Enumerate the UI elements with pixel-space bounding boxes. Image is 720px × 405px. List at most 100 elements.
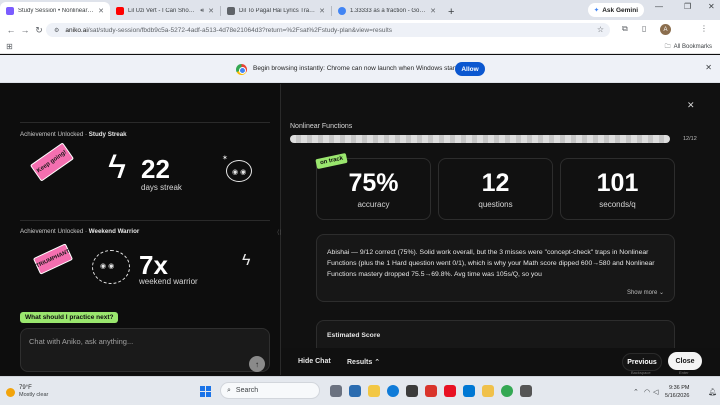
wifi-icon[interactable]: ◠ <box>644 388 650 396</box>
accuracy-value: 75% <box>348 169 399 197</box>
warrior-eyes-icon: ◉◉ <box>100 263 117 270</box>
session-footer: Hide Chat Results ⌃ Previous Close Backs… <box>281 348 720 375</box>
triumphant-sticker: TRIUMPHANT <box>32 243 74 275</box>
weekend-value: 7x <box>139 250 168 280</box>
sidebar-icon[interactable]: ▯ <box>642 24 646 33</box>
url-path: /sat/study-session/fbdb9c5a-5272-4adf-a5… <box>87 26 393 34</box>
maximize-icon[interactable]: ❐ <box>684 2 691 11</box>
app-icon[interactable] <box>520 385 532 397</box>
clock-date: 5/16/2026 <box>665 393 690 399</box>
send-arrow-icon[interactable]: ↑ <box>249 356 265 372</box>
volume-icon[interactable]: ◁ <box>653 388 658 396</box>
show-more-button[interactable]: Show more ⌄ <box>627 289 664 296</box>
spark-doodle-icon: ✶ <box>222 155 230 162</box>
file-explorer-icon[interactable] <box>368 385 380 397</box>
windows-start-icon[interactable] <box>200 386 211 397</box>
time-card: 101 seconds/q <box>560 158 675 220</box>
close-button[interactable]: Close <box>668 352 702 370</box>
achievement-unlocked-text: Achievement Unlocked <box>20 131 84 138</box>
weather-widget[interactable]: 79°F Mostly clear <box>6 385 48 399</box>
close-tab-icon[interactable]: ✕ <box>208 7 214 15</box>
questions-label: questions <box>478 200 513 209</box>
back-icon[interactable]: ← <box>4 25 18 35</box>
accuracy-label: accuracy <box>357 200 390 209</box>
taskbar-search-label: Search <box>235 387 259 394</box>
close-tab-icon[interactable]: ✕ <box>98 7 104 15</box>
close-infobar-icon[interactable]: ✕ <box>705 63 712 72</box>
profile-avatar[interactable]: A <box>660 24 671 35</box>
close-tab-icon[interactable]: ✕ <box>319 7 325 15</box>
taskbar-search[interactable]: ⌕ Search <box>220 382 320 399</box>
new-tab-button[interactable]: + <box>442 6 460 20</box>
extensions-icon[interactable]: ⧉ <box>622 24 628 34</box>
tab-lil-uzi-vert[interactable]: Lil Uzi Vert - I Can Show Yo 🔊︎ ✕ <box>110 2 220 20</box>
practice-suggestion-chip[interactable]: What should I practice next? <box>20 312 119 323</box>
mcafee-icon[interactable] <box>444 385 456 397</box>
browser-toolbar: ← → ↻ ⚙ aniko.ai/sat/study-session/fbdb9… <box>0 20 720 40</box>
page-content: ▔▔▔ ▔▔▔ ▔▔▔ Achievement Unlocked · Study S… <box>0 84 720 375</box>
sun-icon <box>6 387 15 397</box>
tray-chevron-icon[interactable]: ⌃ <box>633 388 639 396</box>
site-info-icon[interactable]: ⚙ <box>54 27 59 34</box>
streak-unit: days streak <box>141 183 182 192</box>
photos-icon[interactable] <box>482 385 494 397</box>
chrome-logo-icon <box>236 64 247 75</box>
red-app-icon[interactable] <box>425 385 437 397</box>
hide-chat-button[interactable]: Hide Chat <box>298 358 331 365</box>
task-view-icon[interactable] <box>330 385 342 397</box>
tab-title: 1.33333 as a fraction - Google <box>350 8 427 14</box>
streak-value: 22 <box>141 154 170 184</box>
achievement-name: Study Streak <box>88 131 127 138</box>
previous-button[interactable]: Previous <box>622 353 662 371</box>
widgets-icon[interactable] <box>349 385 361 397</box>
allow-button[interactable]: Allow <box>455 62 485 76</box>
page-favicon-icon <box>227 7 235 15</box>
ask-gemini-label: Ask Gemini <box>602 6 638 14</box>
chrome-taskbar-icon[interactable] <box>501 385 513 397</box>
bookmarks-bar: ⊞ 🗀︎ All Bookmarks <box>0 40 720 54</box>
forward-icon[interactable]: → <box>18 25 32 35</box>
ask-gemini-button[interactable]: ✦ Ask Gemini <box>587 3 644 17</box>
results-panel: ✕ Nonlinear Functions 12/12 75% accuracy… <box>281 84 720 375</box>
youtube-favicon-icon <box>116 7 124 15</box>
feedback-text: Abishai — 9/12 correct (75%). Solid work… <box>327 249 655 278</box>
reload-icon[interactable]: ↻ <box>32 25 46 36</box>
lightning-bolt-icon: ϟ <box>108 148 126 186</box>
address-bar[interactable]: ⚙ aniko.ai/sat/study-session/fbdb9c5a-52… <box>46 23 610 37</box>
doodle-eyes-icon: ◉◉ <box>232 169 249 176</box>
cut-off-stats-row: ▔▔▔ ▔▔▔ ▔▔▔ <box>48 84 248 90</box>
tab-study-session[interactable]: Study Session • Nonlinear Func ✕ <box>0 2 110 20</box>
close-shortcut-hint: Enter <box>679 370 689 375</box>
system-clock[interactable]: 9:36 PM 5/16/2026 <box>665 384 689 400</box>
all-bookmarks-button[interactable]: 🗀︎ All Bookmarks <box>665 42 712 52</box>
tab-dil-to-pagal-hai[interactable]: Dil To Pagal Hai Lyrics Translati ✕ <box>221 2 331 20</box>
close-window-icon[interactable]: ✕ <box>708 2 715 11</box>
chat-input[interactable]: Chat with Aniko, ask anything... ↑ <box>20 328 270 372</box>
chat-placeholder: Chat with Aniko, ask anything... <box>29 337 134 346</box>
tab-google-fraction[interactable]: 1.33333 as a fraction - Google ✕ <box>332 2 442 20</box>
weather-temp: 79°F <box>19 385 32 391</box>
menu-icon[interactable]: ⋮ <box>700 24 708 33</box>
infobar-message: Begin browsing instantly: Chrome can now… <box>253 65 462 72</box>
tab-title: Study Session • Nonlinear Func <box>18 8 95 14</box>
close-panel-icon[interactable]: ✕ <box>687 100 695 111</box>
topic-title: Nonlinear Functions <box>290 123 353 130</box>
tab-title: Lil Uzi Vert - I Can Show Yo <box>128 8 197 14</box>
apps-grid-icon[interactable]: ⊞ <box>6 42 13 51</box>
store-icon[interactable] <box>406 385 418 397</box>
keep-going-sticker: Keep going! <box>29 142 75 182</box>
estimated-score-label: Estimated Score <box>327 332 381 339</box>
edge-icon[interactable] <box>387 385 399 397</box>
notification-bell-icon[interactable]: 🔔︎ <box>708 388 717 396</box>
minimize-icon[interactable]: — <box>655 2 663 11</box>
feedback-summary-card: Abishai — 9/12 correct (75%). Solid work… <box>316 234 675 302</box>
achievement-name: Weekend Warrior <box>88 228 140 235</box>
speaker-icon[interactable]: 🔊︎ <box>200 8 204 15</box>
outlook-icon[interactable] <box>463 385 475 397</box>
bookmark-star-icon[interactable]: ☆ <box>597 25 604 34</box>
achievement-unlocked-text: Achievement Unlocked <box>20 228 84 235</box>
tab-title: Dil To Pagal Hai Lyrics Translati <box>239 8 316 14</box>
results-dropdown[interactable]: Results ⌃ <box>347 358 380 366</box>
small-lightning-icon: ϟ <box>242 252 251 269</box>
close-tab-icon[interactable]: ✕ <box>430 7 436 15</box>
